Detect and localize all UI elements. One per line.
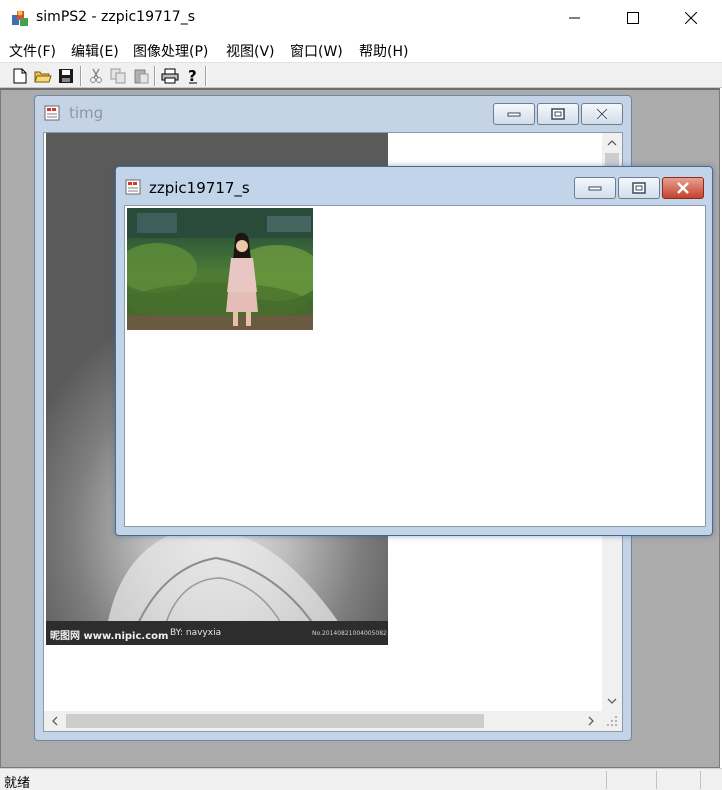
toolbar: ? (0, 62, 722, 88)
status-pane (700, 771, 720, 789)
copy-icon (110, 68, 126, 84)
svg-text:?: ? (188, 67, 197, 85)
minimize-icon (507, 112, 521, 117)
menu-image-processing[interactable]: 图像处理(P) (133, 41, 208, 61)
toolbar-separator (80, 66, 82, 86)
status-bar: 就绪 (0, 768, 722, 790)
status-pane (656, 771, 700, 789)
window-zzpic-titlebar[interactable]: zzpic19717_s (116, 167, 712, 201)
status-pane (606, 771, 656, 789)
maximize-icon (627, 12, 639, 24)
app-title: simPS2 - zzpic19717_s (36, 9, 196, 25)
window-zzpic[interactable]: zzpic19717_s (115, 166, 713, 536)
window-timg-close-button[interactable] (581, 103, 623, 125)
restore-icon (551, 108, 565, 120)
close-icon (677, 182, 689, 194)
print-button[interactable] (160, 66, 180, 86)
cut-icon (90, 68, 102, 83)
minimize-button[interactable] (546, 0, 604, 36)
menu-bar: 文件(F) 编辑(E) 图像处理(P) 视图(V) 窗口(W) 帮助(H) (0, 38, 722, 62)
window-timg-titlebar[interactable]: timg (35, 96, 631, 130)
window-zzpic-minimize-button[interactable] (574, 177, 616, 199)
maximize-button[interactable] (604, 0, 662, 36)
horizontal-scroll-thumb[interactable] (66, 714, 484, 728)
size-grip-icon[interactable] (606, 715, 618, 727)
toolbar-separator (154, 66, 156, 86)
menu-view[interactable]: 视图(V) (226, 41, 275, 61)
scroll-left-icon[interactable] (46, 712, 63, 729)
minimize-icon (588, 186, 602, 191)
window-timg-minimize-button[interactable] (493, 103, 535, 125)
window-timg-title: timg (69, 104, 104, 122)
paste-icon (134, 69, 149, 84)
close-icon (595, 108, 609, 120)
close-button[interactable] (662, 0, 720, 36)
document-icon (44, 105, 60, 121)
app-titlebar: simPS2 - zzpic19717_s (0, 0, 722, 36)
open-folder-icon (34, 71, 52, 83)
new-file-icon (13, 68, 27, 84)
watermark-author: BY: navyxia (170, 628, 222, 638)
cut-button[interactable] (86, 66, 106, 86)
window-zzpic-canvas[interactable] (124, 205, 706, 527)
window-zzpic-close-button[interactable] (662, 177, 704, 199)
color-photo (127, 208, 313, 330)
paste-button[interactable] (131, 66, 151, 86)
minimize-icon (569, 17, 580, 19)
scroll-right-icon[interactable] (582, 712, 599, 729)
scroll-up-icon[interactable] (603, 134, 620, 151)
menu-file[interactable]: 文件(F) (9, 41, 56, 61)
document-icon (125, 179, 141, 195)
open-button[interactable] (33, 66, 53, 86)
menu-window[interactable]: 窗口(W) (290, 41, 343, 61)
menu-help[interactable]: 帮助(H) (359, 41, 408, 61)
scroll-down-icon[interactable] (603, 692, 620, 709)
help-icon: ? (188, 67, 197, 85)
save-icon (59, 69, 73, 83)
print-icon (161, 68, 179, 84)
status-text: 就绪 (4, 776, 31, 790)
copy-button[interactable] (108, 66, 128, 86)
help-button[interactable]: ? (183, 66, 203, 86)
toolbar-separator (205, 66, 207, 86)
watermark-site: 昵图网 www.nipic.com (50, 631, 169, 642)
watermark-number: No.20140821004005082 (312, 630, 387, 637)
app-icon (11, 9, 29, 27)
window-zzpic-restore-button[interactable] (618, 177, 660, 199)
new-file-button[interactable] (10, 66, 30, 86)
window-zzpic-title: zzpic19717_s (149, 179, 250, 197)
close-icon (685, 12, 697, 24)
restore-icon (632, 182, 646, 194)
horizontal-scrollbar[interactable] (44, 711, 622, 731)
window-timg-restore-button[interactable] (537, 103, 579, 125)
menu-edit[interactable]: 编辑(E) (71, 41, 119, 61)
save-button[interactable] (56, 66, 76, 86)
